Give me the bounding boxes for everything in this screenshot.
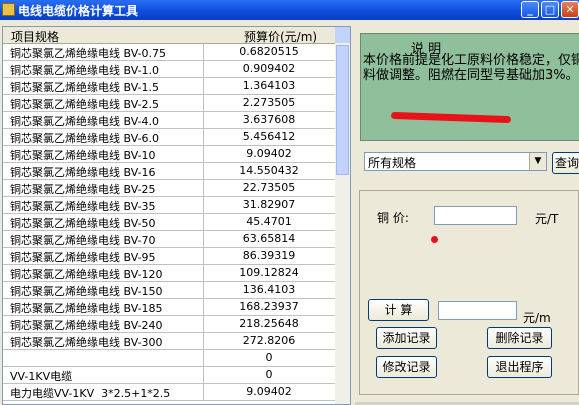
price-table[interactable]: 项目规格 预算价(元/m) 铜芯聚氯乙烯绝缘电线 BV-0.75 0.682051… xyxy=(2,26,351,405)
copper-price-input[interactable] xyxy=(434,206,517,225)
row-price: 136.4103 xyxy=(242,283,296,296)
row-price: 9.09402 xyxy=(246,385,292,398)
row-price: 14.550432 xyxy=(239,164,299,177)
row-spec: VV-1KV电缆 xyxy=(10,370,73,383)
row-spec: 铜芯聚氯乙烯绝缘电线 BV-300 xyxy=(10,336,163,349)
redaction-mark xyxy=(390,111,512,124)
row-spec: 铜芯聚氯乙烯绝缘电线 BV-10 xyxy=(10,149,156,162)
table-row[interactable]: 铜芯聚氯乙烯绝缘电线 BV-4.0 3.637608 xyxy=(3,112,335,129)
row-price: 0.909402 xyxy=(242,62,296,75)
description-text: 本价格前提是化工原料价格稳定，仅铜材料做调整。阻燃在同型号基础加3%。 xyxy=(363,53,579,83)
row-price: 2.273505 xyxy=(242,96,296,109)
row-spec: 铜芯聚氯乙烯绝缘电线 BV-70 xyxy=(10,234,156,247)
scroll-up-icon[interactable] xyxy=(335,27,350,43)
table-row[interactable]: 铜芯聚氯乙烯绝缘电线 BV-0.75 0.6820515 xyxy=(3,44,335,61)
row-spec: 铜芯聚氯乙烯绝缘电线 BV-150 xyxy=(10,285,163,298)
row-price: 272.8206 xyxy=(242,334,296,347)
table-row[interactable]: 铜芯聚氯乙烯绝缘电线 BV-35 31.82907 xyxy=(3,197,335,214)
result-unit: 元/m xyxy=(523,311,551,325)
scroll-thumb[interactable] xyxy=(336,45,349,175)
row-price: 5.456412 xyxy=(242,130,296,143)
calculate-button[interactable]: 计 算 xyxy=(368,299,429,321)
table-header: 项目规格 预算价(元/m) xyxy=(3,27,335,44)
row-spec: 铜芯聚氯乙烯绝缘电线 BV-0.75 xyxy=(10,47,167,60)
status-indicator-icon xyxy=(431,236,438,243)
table-row[interactable]: 铜芯聚氯乙烯绝缘电线 BV-300 272.8206 xyxy=(3,333,335,350)
close-icon: ✕ xyxy=(565,3,575,16)
row-price: 0 xyxy=(265,368,273,381)
row-spec: 铜芯聚氯乙烯绝缘电线 BV-50 xyxy=(10,217,156,230)
row-spec: 铜芯聚氯乙烯绝缘电线 BV-1.0 xyxy=(10,64,160,77)
row-spec: 铜芯聚氯乙烯绝缘电线 BV-16 xyxy=(10,166,156,179)
row-price: 9.09402 xyxy=(246,147,292,160)
maximize-icon: □ xyxy=(544,3,556,16)
row-spec: 铜芯聚氯乙烯绝缘电线 BV-185 xyxy=(10,302,163,315)
row-spec: 铜芯聚氯乙烯绝缘电线 BV-120 xyxy=(10,268,163,281)
table-row[interactable]: 铜芯聚氯乙烯绝缘电线 BV-6.0 5.456412 xyxy=(3,129,335,146)
row-spec: 铜芯聚氯乙烯绝缘电线 BV-35 xyxy=(10,200,156,213)
table-row[interactable]: 电力电缆VV-1KV 3*2.5+1*2.5 9.09402 xyxy=(3,384,335,401)
result-input[interactable] xyxy=(438,301,517,320)
add-record-button[interactable]: 添加记录 xyxy=(376,327,437,349)
row-price: 0.6820515 xyxy=(239,45,299,58)
maximize-button[interactable]: □ xyxy=(541,1,559,18)
row-price: 1.364103 xyxy=(242,79,296,92)
table-row[interactable]: 铜芯聚氯乙烯绝缘电线 BV-95 86.39319 xyxy=(3,248,335,265)
row-spec: 铜芯聚氯乙烯绝缘电线 BV-2.5 xyxy=(10,98,160,111)
row-price: 45.4701 xyxy=(246,215,292,228)
title-bar: 电线电缆价格计算工具 _ □ ✕ xyxy=(0,0,579,20)
table-row[interactable]: 铜芯聚氯乙烯绝缘电线 BV-16 14.550432 xyxy=(3,163,335,180)
row-price: 0 xyxy=(265,351,273,364)
table-row[interactable]: 铜芯聚氯乙烯绝缘电线 BV-240 218.25648 xyxy=(3,316,335,333)
table-scrollbar[interactable] xyxy=(335,27,350,404)
table-row[interactable]: 铜芯聚氯乙烯绝缘电线 BV-1.0 0.909402 xyxy=(3,61,335,78)
row-price: 3.637608 xyxy=(242,113,296,126)
app-icon xyxy=(2,3,15,16)
row-spec: 铜芯聚氯乙烯绝缘电线 BV-4.0 xyxy=(10,115,160,128)
copper-price-label: 铜 价: xyxy=(377,211,409,225)
table-row[interactable]: 铜芯聚氯乙烯绝缘电线 BV-25 22.73505 xyxy=(3,180,335,197)
table-row[interactable]: 铜芯聚氯乙烯绝缘电线 BV-10 9.09402 xyxy=(3,146,335,163)
table-row[interactable]: VV-1KV电缆 0 xyxy=(3,367,335,384)
query-button[interactable]: 查询 xyxy=(552,152,579,174)
row-spec: 铜芯聚氯乙烯绝缘电线 BV-1.5 xyxy=(10,81,160,94)
row-spec: 电力电缆VV-1KV 3*2.5+1*2.5 xyxy=(10,387,171,400)
table-row[interactable]: 铜芯聚氯乙烯绝缘电线 BV-1.5 1.364103 xyxy=(3,78,335,95)
row-price: 168.23937 xyxy=(239,300,299,313)
exit-button[interactable]: 退出程序 xyxy=(487,356,552,378)
table-row[interactable]: 铜芯聚氯乙烯绝缘电线 BV-2.5 2.273505 xyxy=(3,95,335,112)
row-price: 218.25648 xyxy=(239,317,299,330)
row-price: 22.73505 xyxy=(242,181,296,194)
table-row[interactable]: 铜芯聚氯乙烯绝缘电线 BV-185 168.23937 xyxy=(3,299,335,316)
window-title: 电线电缆价格计算工具 xyxy=(18,4,139,18)
row-price: 63.65814 xyxy=(242,232,296,245)
edit-record-button[interactable]: 修改记录 xyxy=(376,356,437,378)
delete-record-button[interactable]: 删除记录 xyxy=(487,327,552,349)
column-header-spec[interactable]: 项目规格 xyxy=(11,28,59,45)
table-row[interactable]: 铜芯聚氯乙烯绝缘电线 BV-120 109.12824 xyxy=(3,265,335,282)
spec-filter-value: 所有规格 xyxy=(368,156,417,170)
row-spec: 铜芯聚氯乙烯绝缘电线 BV-25 xyxy=(10,183,156,196)
table-row[interactable]: 0 xyxy=(3,350,335,367)
table-row[interactable]: 铜芯聚氯乙烯绝缘电线 BV-150 136.4103 xyxy=(3,282,335,299)
row-price: 109.12824 xyxy=(239,266,299,279)
row-spec: 铜芯聚氯乙烯绝缘电线 BV-95 xyxy=(10,251,156,264)
row-spec: 铜芯聚氯乙烯绝缘电线 BV-240 xyxy=(10,319,163,332)
table-row[interactable]: 铜芯聚氯乙烯绝缘电线 BV-70 63.65814 xyxy=(3,231,335,248)
row-spec: 铜芯聚氯乙烯绝缘电线 BV-6.0 xyxy=(10,132,160,145)
column-header-price[interactable]: 预算价(元/m) xyxy=(244,28,317,45)
description-panel: 说 明 本价格前提是化工原料价格稳定，仅铜材料做调整。阻燃在同型号基础加3%。 xyxy=(360,33,579,141)
spec-filter-select[interactable]: 所有规格 ▼ xyxy=(364,152,547,171)
row-price: 86.39319 xyxy=(242,249,296,262)
copper-price-unit: 元/T xyxy=(535,212,559,226)
chevron-down-icon[interactable]: ▼ xyxy=(529,153,546,170)
row-price: 31.82907 xyxy=(242,198,296,211)
minimize-button[interactable]: _ xyxy=(521,1,539,18)
minimize-icon: _ xyxy=(527,3,533,16)
close-button[interactable]: ✕ xyxy=(561,1,579,18)
table-row[interactable]: 铜芯聚氯乙烯绝缘电线 BV-50 45.4701 xyxy=(3,214,335,231)
